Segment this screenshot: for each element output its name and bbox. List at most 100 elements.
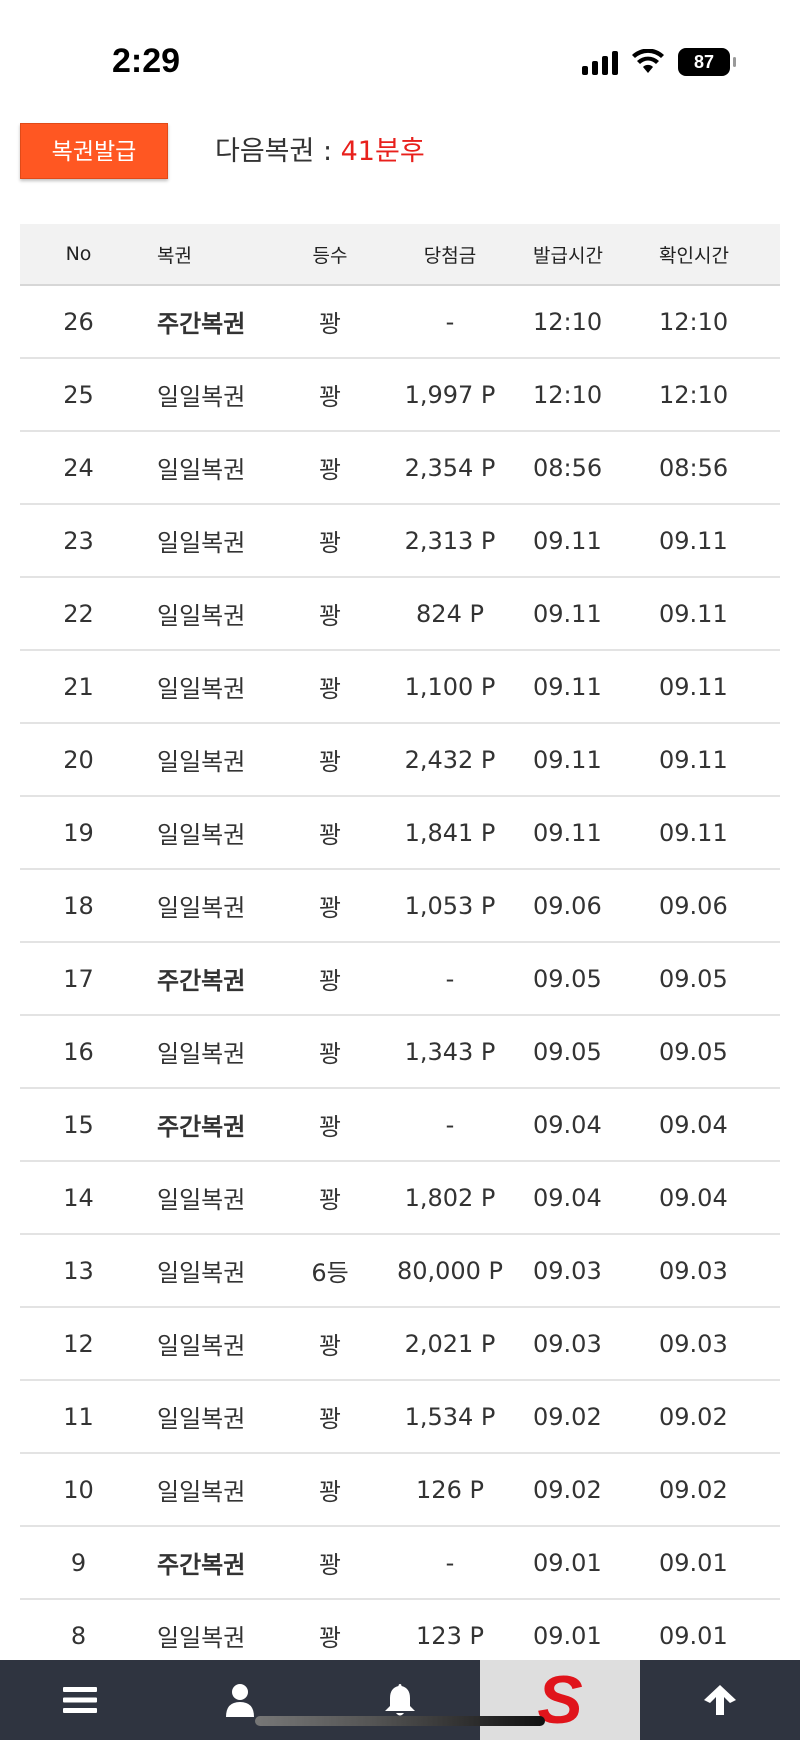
cell-checked-time: 09.06 — [659, 891, 728, 920]
cell-checked-time: 12:10 — [659, 380, 729, 409]
lottery-history-table: No 복권 등수 당첨금 발급시간 확인시간 26 주간복권 꽝 -12:10 12:1… — [20, 224, 780, 1673]
cell-rank: 꽝 — [318, 1113, 342, 1141]
cell-prize: 1,841 P — [404, 818, 496, 847]
cell-checked-time: 09.01 — [659, 1621, 728, 1650]
cell-type: 일일복권 — [157, 748, 246, 776]
header-rank: 등수 — [312, 244, 348, 267]
cell-prize: 126 P — [416, 1475, 484, 1504]
cell-no: 18 — [63, 891, 94, 920]
user-icon — [226, 1684, 254, 1717]
cell-rank: 꽝 — [318, 602, 342, 630]
table-row: 18 일일복권 꽝 1,053 P 09.06 09.06 — [20, 870, 780, 943]
cell-type: 주간복권 — [157, 310, 246, 338]
cell-issued-time: 12:10 — [533, 380, 603, 409]
table-row: 13 일일복권 6등 80,000 P 09.03 09.03 — [20, 1235, 780, 1308]
nav-profile[interactable] — [160, 1660, 320, 1740]
cell-checked-time: 09.11 — [659, 818, 728, 847]
cell-type: 일일복권 — [157, 456, 246, 484]
table-row: 14 일일복권 꽝 1,802 P 09.04 09.04 — [20, 1162, 780, 1235]
cell-issued-time: 08:56 — [533, 453, 603, 482]
cell-prize: 123 P — [416, 1621, 484, 1650]
cell-rank: 꽝 — [318, 1478, 342, 1506]
cell-rank: 꽝 — [318, 1624, 342, 1652]
cell-no: 10 — [63, 1475, 94, 1504]
nav-home-logo[interactable]: S — [480, 1660, 640, 1740]
cell-prize: 2,354 P — [404, 453, 496, 482]
cell-prize: 1,343 P — [404, 1037, 496, 1066]
cell-prize: 1,534 P — [404, 1402, 496, 1431]
bottom-nav: S — [0, 1660, 800, 1740]
cell-type: 일일복권 — [157, 1332, 246, 1360]
cell-type: 주간복권 — [157, 1551, 246, 1579]
cell-type: 일일복권 — [157, 383, 246, 411]
table-row: 11 일일복권 꽝 1,534 P 09.02 09.02 — [20, 1381, 780, 1454]
table-row: 20 일일복권 꽝 2,432 P 09.11 09.11 — [20, 724, 780, 797]
table-row: 25 일일복권 꽝 1,997 P 12:10 12:10 — [20, 359, 780, 432]
cellular-signal-icon — [582, 49, 618, 75]
cell-prize: - — [445, 1548, 455, 1577]
status-bar: 2:29 87 — [0, 0, 800, 120]
lottery-header: 복권발급 다음복권 : 41분후 — [20, 123, 780, 181]
cell-issued-time: 09.11 — [533, 818, 602, 847]
cell-type: 일일복권 — [157, 894, 246, 922]
cell-type: 일일복권 — [157, 1259, 246, 1287]
header-checked-time: 확인시간 — [659, 244, 729, 267]
cell-issued-time: 09.03 — [533, 1256, 602, 1285]
header-type: 복권 — [157, 244, 192, 267]
table-row: 19 일일복권 꽝 1,841 P 09.11 09.11 — [20, 797, 780, 870]
table-row: 16 일일복권 꽝 1,343 P 09.05 09.05 — [20, 1016, 780, 1089]
cell-rank: 꽝 — [318, 821, 342, 849]
cell-type: 일일복권 — [157, 1478, 246, 1506]
cell-prize: - — [445, 964, 455, 993]
table-row: 22 일일복권 꽝 824 P 09.11 09.11 — [20, 578, 780, 651]
cell-no: 16 — [63, 1037, 94, 1066]
cell-issued-time: 09.04 — [533, 1110, 602, 1139]
table-row: 26 주간복권 꽝 - 12:10 12:10 — [20, 286, 780, 359]
cell-rank: 꽝 — [318, 1551, 342, 1579]
nav-menu[interactable] — [0, 1660, 160, 1740]
table-row: 9 주간복권 꽝 - 09.01 09.01 — [20, 1527, 780, 1600]
cell-checked-time: 09.05 — [659, 1037, 728, 1066]
cell-issued-time: 09.02 — [533, 1475, 602, 1504]
cell-no: 25 — [63, 380, 94, 409]
next-lottery-countdown: 41분후 — [340, 136, 425, 167]
table-row: 24 일일복권 꽝 2,354 P 08:56 08:56 — [20, 432, 780, 505]
cell-checked-time: 09.11 — [659, 599, 728, 628]
cell-no: 20 — [63, 745, 94, 774]
cell-checked-time: 09.03 — [659, 1329, 728, 1358]
status-icons: 87 — [582, 48, 736, 76]
cell-type: 주간복권 — [157, 967, 246, 995]
cell-issued-time: 09.04 — [533, 1183, 602, 1212]
table-row: 12 일일복권 꽝 2,021 P 09.03 09.03 — [20, 1308, 780, 1381]
cell-no: 13 — [63, 1256, 94, 1285]
table-header: No 복권 등수 당첨금 발급시간 확인시간 — [20, 224, 780, 286]
cell-rank: 꽝 — [318, 1040, 342, 1068]
cell-prize: 2,313 P — [404, 526, 496, 555]
cell-prize: 2,021 P — [404, 1329, 496, 1358]
cell-type: 일일복권 — [157, 1405, 246, 1433]
cell-issued-time: 09.11 — [533, 745, 602, 774]
cell-issued-time: 09.11 — [533, 599, 602, 628]
arrow-up-icon — [704, 1685, 736, 1715]
nav-scroll-top[interactable] — [640, 1660, 800, 1740]
cell-prize: 1,100 P — [404, 672, 496, 701]
cell-no: 23 — [63, 526, 94, 555]
cell-rank: 꽝 — [318, 675, 342, 703]
cell-checked-time: 09.11 — [659, 526, 728, 555]
header-prize: 당첨금 — [423, 244, 477, 267]
cell-rank: 꽝 — [318, 748, 342, 776]
wifi-icon — [632, 49, 664, 73]
status-time: 2:29 — [112, 42, 181, 80]
cell-type: 일일복권 — [157, 675, 246, 703]
cell-checked-time: 12:10 — [659, 307, 729, 336]
cell-type: 일일복권 — [157, 821, 246, 849]
issue-lottery-button[interactable]: 복권발급 — [20, 123, 168, 179]
cell-no: 26 — [63, 307, 94, 336]
cell-checked-time: 09.05 — [659, 964, 728, 993]
cell-issued-time: 09.03 — [533, 1329, 602, 1358]
cell-checked-time: 09.04 — [659, 1183, 728, 1212]
cell-prize: 1,053 P — [404, 891, 496, 920]
cell-prize: - — [445, 1110, 455, 1139]
nav-notifications[interactable] — [320, 1660, 480, 1740]
home-indicator[interactable] — [255, 1716, 545, 1726]
